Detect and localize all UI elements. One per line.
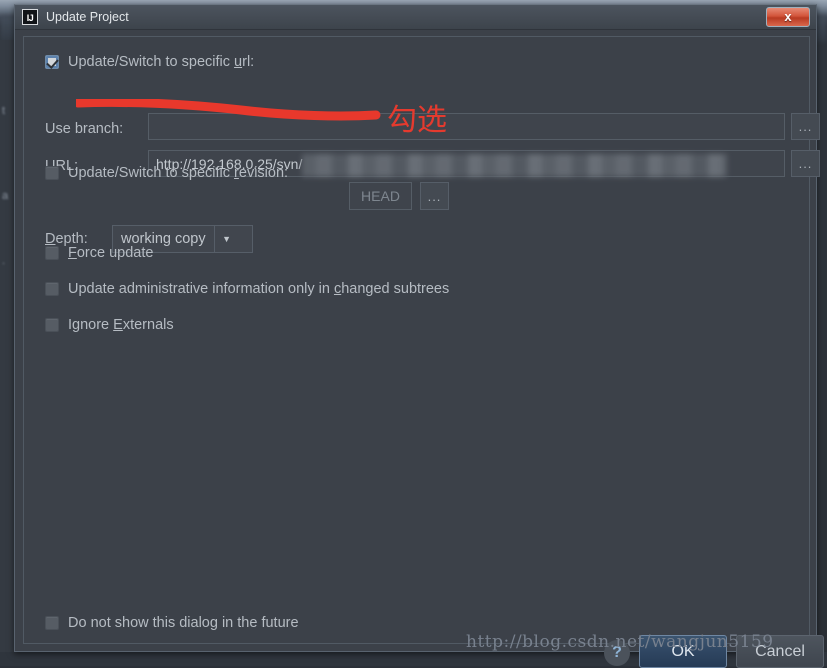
force-update-label: Force update	[68, 245, 153, 261]
do-not-show-label: Do not show this dialog in the future	[68, 615, 299, 631]
chevron-down-icon[interactable]: ▼	[214, 226, 239, 252]
ok-button[interactable]: OK	[639, 635, 727, 668]
ignore-externals-label: Ignore Externals	[68, 317, 174, 333]
use-branch-input[interactable]	[148, 113, 785, 140]
revision-input[interactable]: HEAD	[349, 182, 412, 210]
ide-left-edge: t a .	[0, 40, 14, 666]
edge-fragment: a	[2, 190, 8, 202]
switch-to-revision-row[interactable]: Update/Switch to specific revision:	[45, 165, 288, 181]
force-update-checkbox[interactable]	[45, 246, 59, 260]
revision-browse-button[interactable]: ...	[420, 182, 449, 210]
update-admin-info-label-after: hanged subtrees	[341, 281, 449, 297]
do-not-show-row[interactable]: Do not show this dialog in the future	[45, 615, 299, 631]
update-admin-info-label: Update administrative information only i…	[68, 281, 449, 297]
update-admin-info-row[interactable]: Update administrative information only i…	[45, 281, 449, 297]
switch-to-url-label-after: rl:	[242, 54, 254, 70]
intellij-idea-icon: IJ	[22, 9, 38, 25]
ignore-externals-row[interactable]: Ignore Externals	[45, 317, 174, 333]
update-admin-info-checkbox[interactable]	[45, 282, 59, 296]
close-icon[interactable]: x	[766, 7, 810, 27]
switch-to-url-label: Update/Switch to specific url:	[68, 54, 254, 70]
switch-to-revision-label-after: evision:	[239, 165, 288, 181]
ignore-externals-label-after: xternals	[123, 317, 174, 333]
ignore-externals-checkbox[interactable]	[45, 318, 59, 332]
help-icon[interactable]: ?	[604, 640, 630, 666]
switch-to-url-checkbox[interactable]	[45, 55, 59, 69]
dialog-title: Update Project	[46, 10, 129, 24]
ignore-externals-label-before: Ignore	[68, 317, 113, 333]
cancel-button[interactable]: Cancel	[736, 635, 824, 668]
dialog-content-panel: Update/Switch to specific url: Use branc…	[23, 36, 810, 644]
dialog-titlebar[interactable]: IJ Update Project x	[15, 5, 816, 30]
update-admin-info-label-before: Update administrative information only i…	[68, 281, 334, 297]
switch-to-revision-checkbox[interactable]	[45, 166, 59, 180]
update-project-dialog: IJ Update Project x Update/Switch to spe…	[14, 4, 817, 652]
switch-to-url-label-before: Update/Switch to specific	[68, 54, 234, 70]
switch-to-url-mnemonic: u	[234, 54, 242, 70]
ignore-externals-mnemonic: E	[113, 317, 123, 333]
switch-to-url-row[interactable]: Update/Switch to specific url:	[45, 54, 254, 70]
use-branch-browse-button[interactable]: ...	[791, 113, 820, 140]
do-not-show-checkbox[interactable]	[45, 616, 59, 630]
switch-to-revision-label-before: Update/Switch to specific	[68, 165, 234, 181]
use-branch-label: Use branch:	[45, 121, 123, 137]
switch-to-revision-label: Update/Switch to specific revision:	[68, 165, 288, 181]
force-update-mnemonic: F	[68, 245, 77, 261]
force-update-label-after: orce update	[77, 245, 154, 261]
edge-fragment: t	[2, 105, 5, 117]
force-update-row[interactable]: Force update	[45, 245, 153, 261]
edge-fragment: .	[2, 255, 5, 267]
url-browse-button[interactable]: ...	[791, 150, 820, 177]
